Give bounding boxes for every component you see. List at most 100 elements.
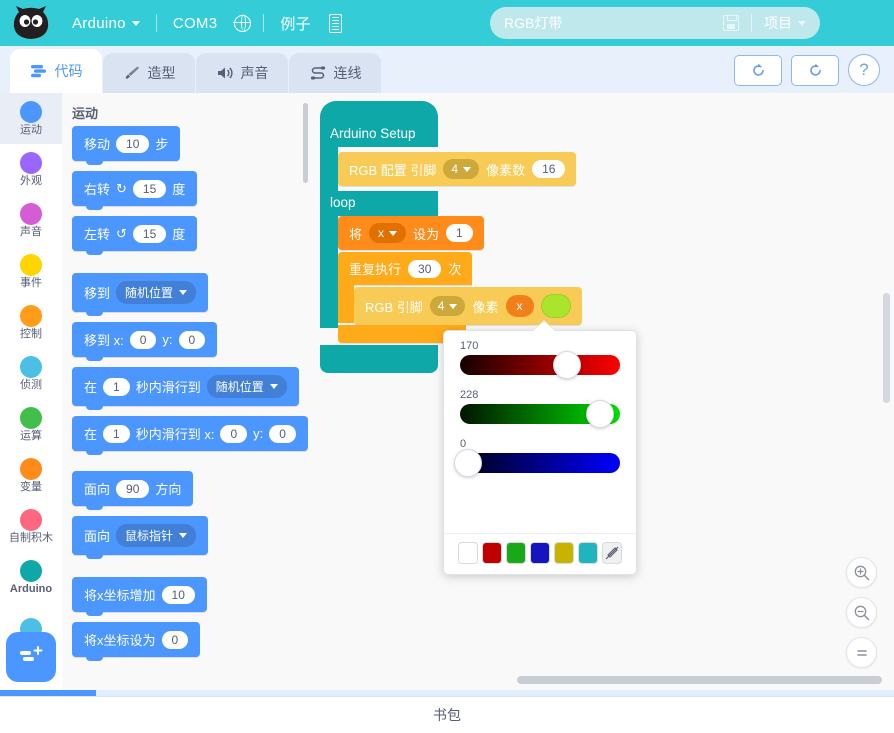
block-input-secs[interactable]: 1 bbox=[103, 377, 130, 396]
project-name-input[interactable]: RGB灯带 bbox=[504, 13, 723, 33]
project-menu[interactable]: 项目 bbox=[764, 13, 806, 33]
green-slider-knob[interactable] bbox=[586, 400, 615, 428]
swatch-blue[interactable] bbox=[530, 542, 550, 564]
sidebar-item-looks-label: 外观 bbox=[20, 174, 42, 187]
language-button[interactable] bbox=[227, 0, 257, 46]
block-dropdown-pin[interactable]: 4 bbox=[429, 296, 466, 316]
swatch-olive[interactable] bbox=[554, 542, 574, 564]
block-dropdown-pin[interactable]: 4 bbox=[443, 159, 480, 179]
app-root: Arduino COM3 例子 RGB灯带 项目 代码 造型 声音 连线 ? 运… bbox=[0, 0, 894, 733]
upload-button[interactable] bbox=[734, 54, 782, 86]
palette-block-change-x[interactable]: 将x坐标增加 10 bbox=[72, 577, 207, 616]
block-input-y[interactable]: 0 bbox=[269, 424, 296, 443]
block-set-variable[interactable]: 将 x 设为 1 bbox=[338, 216, 484, 250]
sidebar-item-operators[interactable]: 运算 bbox=[0, 399, 62, 450]
loop-label-row[interactable]: loop bbox=[320, 191, 438, 216]
block-input-degrees[interactable]: 15 bbox=[132, 179, 167, 198]
block-dropdown-towards[interactable]: 鼠标指针 bbox=[116, 524, 197, 547]
cat-logo-icon bbox=[13, 6, 49, 39]
setup-hat-block[interactable]: Arduino Setup bbox=[320, 101, 438, 147]
tab-connect[interactable]: 连线 bbox=[289, 53, 381, 93]
sidebar-item-sensing[interactable]: 侦测 bbox=[0, 348, 62, 399]
palette-block-turn-left[interactable]: 左转 ↺ 15 度 bbox=[72, 216, 198, 255]
refresh-button[interactable] bbox=[791, 54, 839, 86]
block-dropdown-variable[interactable]: x bbox=[369, 223, 407, 243]
block-input-x[interactable]: 0 bbox=[220, 424, 248, 443]
backpack-bar[interactable]: 书包 bbox=[0, 696, 894, 733]
chevron-down-icon-project bbox=[798, 20, 806, 26]
tab-code[interactable]: 代码 bbox=[10, 49, 102, 93]
tab-sounds[interactable]: 声音 bbox=[196, 53, 288, 93]
red-slider-knob[interactable] bbox=[552, 351, 581, 379]
color-swatch-button[interactable] bbox=[540, 294, 571, 318]
red-slider-track[interactable] bbox=[460, 351, 620, 379]
swatch-red[interactable] bbox=[482, 542, 502, 564]
menu-item-port[interactable]: COM3 bbox=[163, 0, 228, 46]
sidebar-item-motion[interactable]: 运动 bbox=[0, 93, 62, 144]
swatch-green[interactable] bbox=[506, 542, 526, 564]
palette-scrollbar[interactable] bbox=[303, 103, 308, 183]
menu-item-examples[interactable]: 例子 bbox=[270, 0, 321, 46]
color-picker-popup[interactable]: 170 228 0 bbox=[443, 321, 637, 575]
blue-slider-track[interactable] bbox=[453, 449, 620, 477]
block-input-times[interactable]: 30 bbox=[408, 259, 442, 278]
app-logo[interactable] bbox=[0, 0, 62, 46]
loop-label: loop bbox=[330, 195, 356, 210]
block-input-direction[interactable]: 90 bbox=[116, 479, 150, 498]
zoom-in-button[interactable] bbox=[846, 557, 877, 588]
block-input-steps[interactable]: 10 bbox=[116, 134, 150, 153]
palette-block-goto-xy[interactable]: 移到 x: 0 y: 0 bbox=[72, 322, 218, 361]
block-input-setx[interactable]: 0 bbox=[161, 630, 189, 649]
sidebar-item-variables[interactable]: 变量 bbox=[0, 450, 62, 501]
block-input-secs[interactable]: 1 bbox=[103, 424, 130, 443]
block-palette[interactable]: 运动 移动 10 步 右转 ↻ 15 度 左转 ↺ 15 度 移到 随机位置 移… bbox=[62, 93, 312, 690]
save-icon[interactable] bbox=[723, 15, 739, 31]
block-input-pixel-count[interactable]: 16 bbox=[532, 160, 566, 178]
block-input-degrees[interactable]: 15 bbox=[132, 224, 167, 243]
sidebar-item-control[interactable]: 控制 bbox=[0, 297, 62, 348]
block-input-dx[interactable]: 10 bbox=[161, 585, 195, 604]
palette-block-glide-to[interactable]: 在 1 秒内滑行到 随机位置 bbox=[72, 367, 299, 410]
palette-block-move[interactable]: 移动 10 步 bbox=[72, 126, 181, 165]
swatch-white[interactable] bbox=[458, 542, 478, 564]
workspace-horizontal-scrollbar[interactable] bbox=[517, 676, 882, 684]
zoom-out-button[interactable] bbox=[846, 597, 877, 628]
block-input-y[interactable]: 0 bbox=[178, 330, 206, 349]
block-input-value[interactable]: 1 bbox=[446, 224, 473, 242]
palette-block-point-direction[interactable]: 面向 90 方向 bbox=[72, 471, 194, 510]
sidebar-item-sound[interactable]: 声音 bbox=[0, 195, 62, 246]
sidebar-item-events[interactable]: 事件 bbox=[0, 246, 62, 297]
block-reporter-variable[interactable]: x bbox=[505, 295, 534, 317]
code-workspace[interactable]: Arduino Setup RGB 配置 引脚 4 像素数 16 loop 将 … bbox=[312, 93, 894, 690]
zoom-reset-button[interactable] bbox=[846, 637, 877, 668]
swatch-cyan[interactable] bbox=[578, 542, 598, 564]
block-rgb-config[interactable]: RGB 配置 引脚 4 像素数 16 bbox=[338, 152, 577, 186]
workspace-vertical-scrollbar[interactable] bbox=[883, 293, 890, 403]
block-input-x[interactable]: 0 bbox=[129, 330, 157, 349]
block-rgb-pixel[interactable]: RGB 引脚 4 像素 x bbox=[354, 287, 582, 325]
palette-block-goto[interactable]: 移到 随机位置 bbox=[72, 273, 209, 316]
firmware-button[interactable] bbox=[321, 0, 351, 46]
sidebar-item-myblocks[interactable]: 自制积木 bbox=[0, 501, 62, 552]
palette-block-point-towards[interactable]: 面向 鼠标指针 bbox=[72, 516, 209, 559]
block-text: 度 bbox=[172, 227, 186, 242]
repeat-header[interactable]: 重复执行 30 次 bbox=[338, 252, 473, 285]
palette-block-set-x[interactable]: 将x坐标设为 0 bbox=[72, 622, 201, 661]
picker-arrow bbox=[533, 321, 555, 331]
green-slider-track[interactable] bbox=[460, 400, 620, 428]
menu-item-board[interactable]: Arduino bbox=[62, 0, 150, 46]
block-dropdown-target[interactable]: 随机位置 bbox=[206, 375, 287, 398]
sound-dot-icon bbox=[20, 202, 42, 225]
block-dropdown-target[interactable]: 随机位置 bbox=[116, 281, 197, 304]
swatch-none[interactable] bbox=[602, 542, 622, 564]
sidebar-item-arduino[interactable]: Arduino bbox=[0, 552, 62, 603]
add-extension-button[interactable] bbox=[6, 632, 56, 682]
tab-costumes[interactable]: 造型 bbox=[103, 53, 195, 93]
menu-bar: Arduino COM3 例子 RGB灯带 项目 bbox=[0, 0, 894, 46]
palette-block-glide-xy[interactable]: 在 1 秒内滑行到 x: 0 y: 0 bbox=[72, 416, 308, 455]
sidebar-item-looks[interactable]: 外观 bbox=[0, 144, 62, 195]
palette-block-turn-right[interactable]: 右转 ↻ 15 度 bbox=[72, 171, 198, 210]
help-button[interactable]: ? bbox=[848, 54, 880, 86]
blue-slider-knob[interactable] bbox=[453, 449, 482, 477]
operators-dot-icon bbox=[20, 406, 42, 429]
